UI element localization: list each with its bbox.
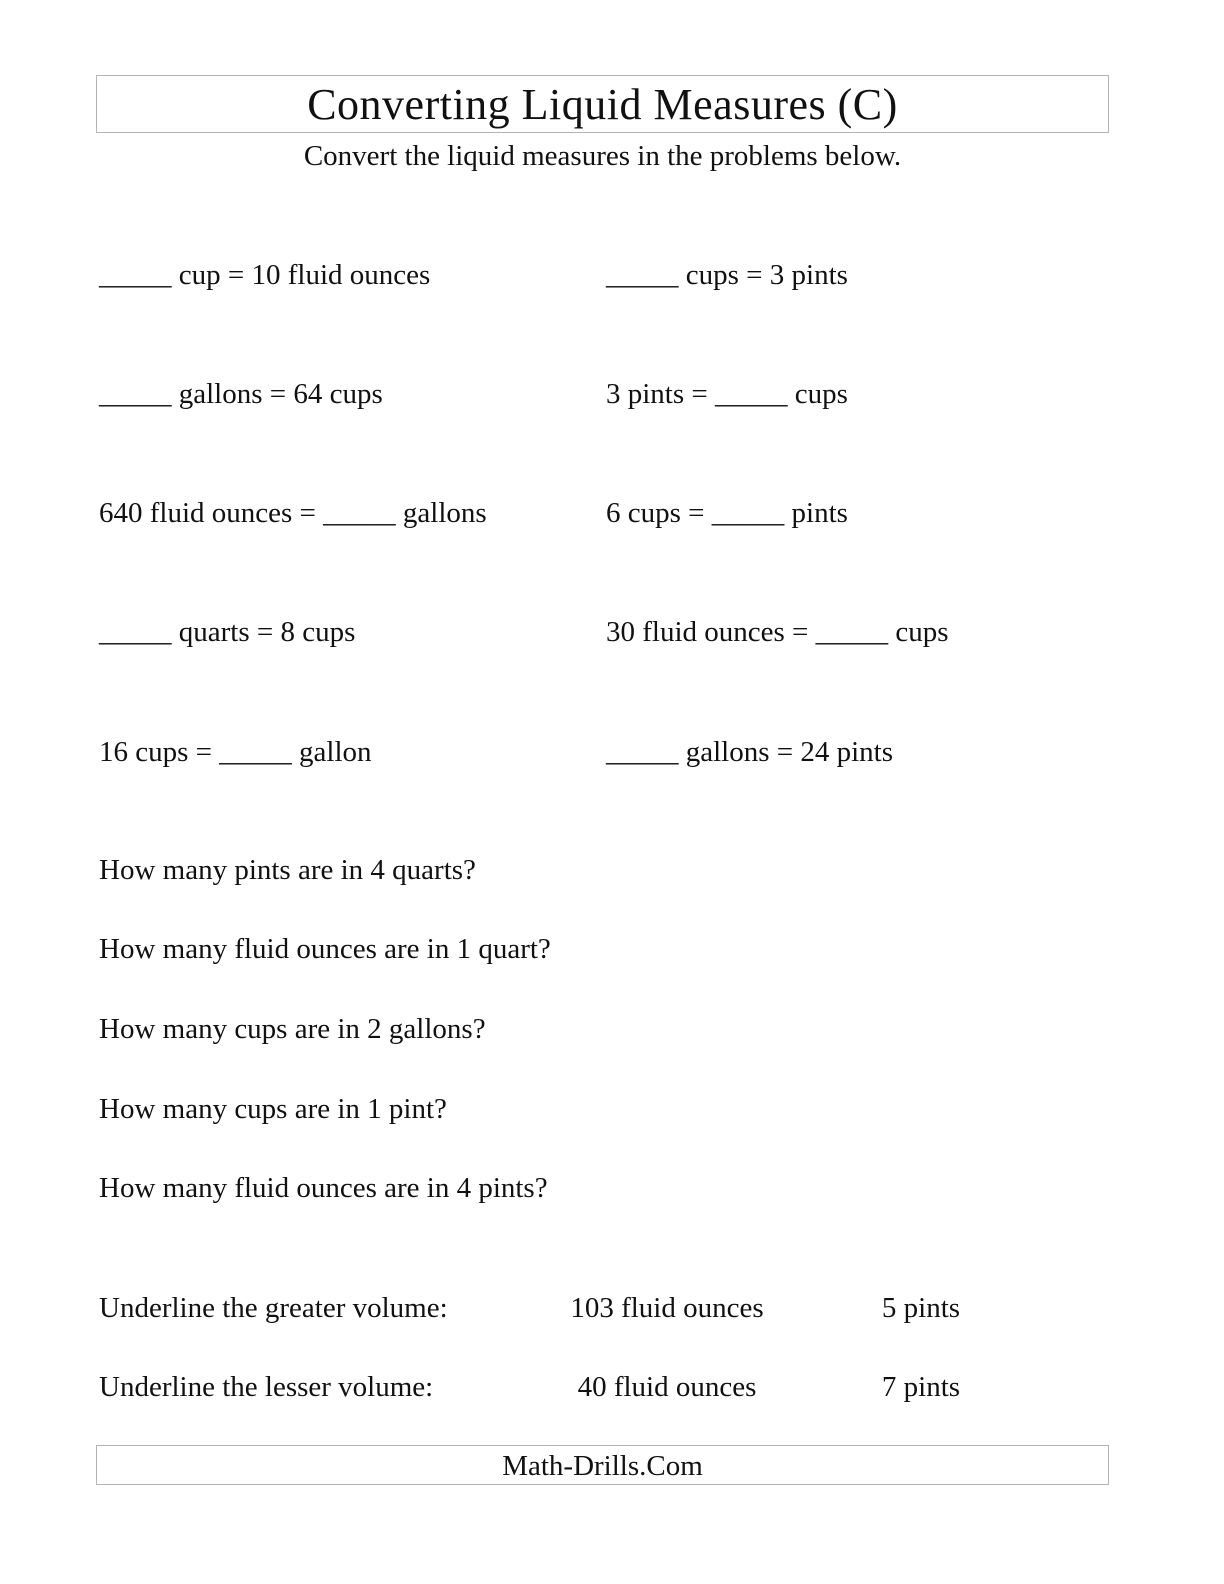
title-box: Converting Liquid Measures (C) <box>96 75 1109 133</box>
instructions: Convert the liquid measures in the probl… <box>303 140 902 172</box>
conversion-problem-5: 640 fluid ounces = _____ gallons <box>99 497 487 529</box>
compare-label-greater: Underline the greater volume: <box>99 1292 448 1324</box>
compare-option-a[interactable]: 40 fluid ounces <box>546 1369 788 1405</box>
conversion-problem-4: 3 pints = _____ cups <box>606 378 848 410</box>
conversion-problem-1: _____ cup = 10 fluid ounces <box>99 259 431 291</box>
footer-box: Math-Drills.Com <box>96 1445 1109 1485</box>
conversion-problem-10: _____ gallons = 24 pints <box>606 736 894 768</box>
page-title: Converting Liquid Measures (C) <box>307 80 898 129</box>
compare-option-b[interactable]: 5 pints <box>860 1290 982 1326</box>
question-3: How many cups are in 2 gallons? <box>99 1013 486 1045</box>
conversion-problem-2: _____ cups = 3 pints <box>606 259 848 291</box>
question-1: How many pints are in 4 quarts? <box>99 854 476 886</box>
question-2: How many fluid ounces are in 1 quart? <box>99 933 551 965</box>
compare-option-b[interactable]: 7 pints <box>860 1369 982 1405</box>
compare-label-lesser: Underline the lesser volume: <box>99 1371 434 1403</box>
conversion-problem-6: 6 cups = _____ pints <box>606 497 848 529</box>
question-4: How many cups are in 1 pint? <box>99 1093 447 1125</box>
conversion-problem-8: 30 fluid ounces = _____ cups <box>606 616 949 648</box>
conversion-problem-7: _____ quarts = 8 cups <box>99 616 356 648</box>
question-5: How many fluid ounces are in 4 pints? <box>99 1172 548 1204</box>
compare-option-a[interactable]: 103 fluid ounces <box>546 1290 788 1326</box>
footer-brand: Math-Drills.Com <box>502 1450 703 1482</box>
conversion-problem-9: 16 cups = _____ gallon <box>99 736 372 768</box>
conversion-problem-3: _____ gallons = 64 cups <box>99 378 383 410</box>
